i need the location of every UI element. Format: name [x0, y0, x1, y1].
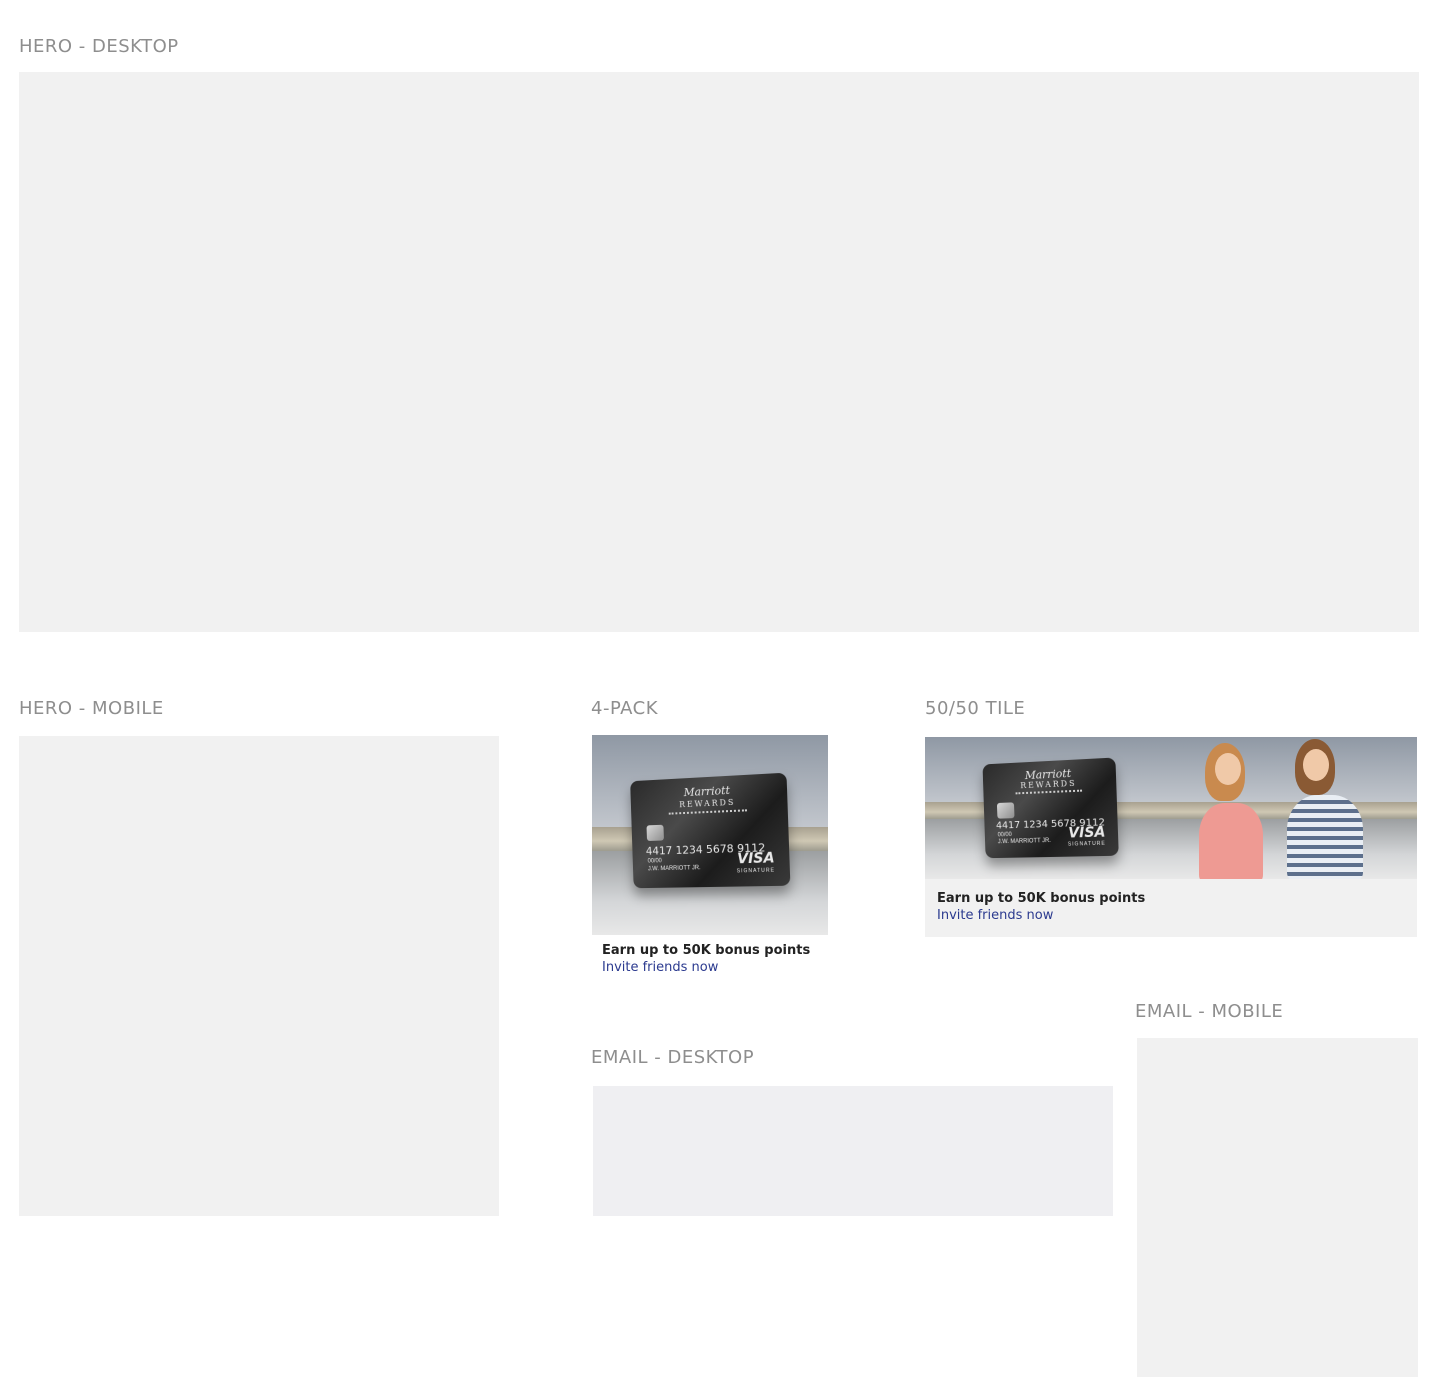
hero-desktop-placeholder	[19, 72, 1419, 632]
person-left	[1193, 743, 1273, 879]
four-pack-image[interactable]: Marriott REWARDS 4417 1234 5678 9112 00/…	[592, 735, 828, 935]
hero-desktop-label: HERO - DESKTOP	[19, 36, 179, 57]
card-expiry: 00/00	[998, 832, 1012, 838]
four-pack-label: 4-PACK	[591, 698, 658, 719]
credit-card: Marriott REWARDS 4417 1234 5678 9112 00/…	[630, 773, 790, 889]
visa-logo: VISA	[1068, 826, 1106, 841]
visa-sub: SIGNATURE	[1068, 840, 1106, 847]
fifty-tile-link[interactable]: Invite friends now	[937, 907, 1145, 924]
fifty-tile-headline: Earn up to 50K bonus points	[937, 890, 1145, 907]
four-pack-link[interactable]: Invite friends now	[602, 959, 810, 976]
fifty-tile-caption: Earn up to 50K bonus points Invite frien…	[937, 890, 1145, 924]
person-right	[1281, 739, 1371, 879]
credit-card: Marriott REWARDS 4417 1234 5678 9112 00/…	[982, 757, 1118, 858]
card-dots	[669, 809, 747, 814]
hero-mobile-label: HERO - MOBILE	[19, 698, 164, 719]
card-chip-icon	[997, 803, 1015, 819]
fifty-tile-label: 50/50 TILE	[925, 698, 1025, 719]
four-pack-headline: Earn up to 50K bonus points	[602, 942, 810, 959]
fifty-tile-image[interactable]: Marriott REWARDS 4417 1234 5678 9112 00/…	[925, 737, 1417, 879]
card-chip-icon	[647, 825, 664, 841]
card-holder: J.W. MARRIOTT JR.	[998, 838, 1051, 845]
email-desktop-placeholder	[593, 1086, 1113, 1216]
visa-logo: VISA	[737, 851, 775, 866]
email-mobile-label: EMAIL - MOBILE	[1135, 1001, 1283, 1022]
visa-sub: SIGNATURE	[737, 868, 775, 875]
four-pack-caption: Earn up to 50K bonus points Invite frien…	[602, 942, 810, 976]
card-holder: J.W. MARRIOTT JR.	[648, 865, 701, 872]
email-mobile-placeholder	[1137, 1038, 1418, 1377]
card-expiry: 00/00	[648, 859, 662, 865]
email-desktop-label: EMAIL - DESKTOP	[591, 1047, 754, 1068]
hero-mobile-placeholder	[19, 736, 499, 1216]
